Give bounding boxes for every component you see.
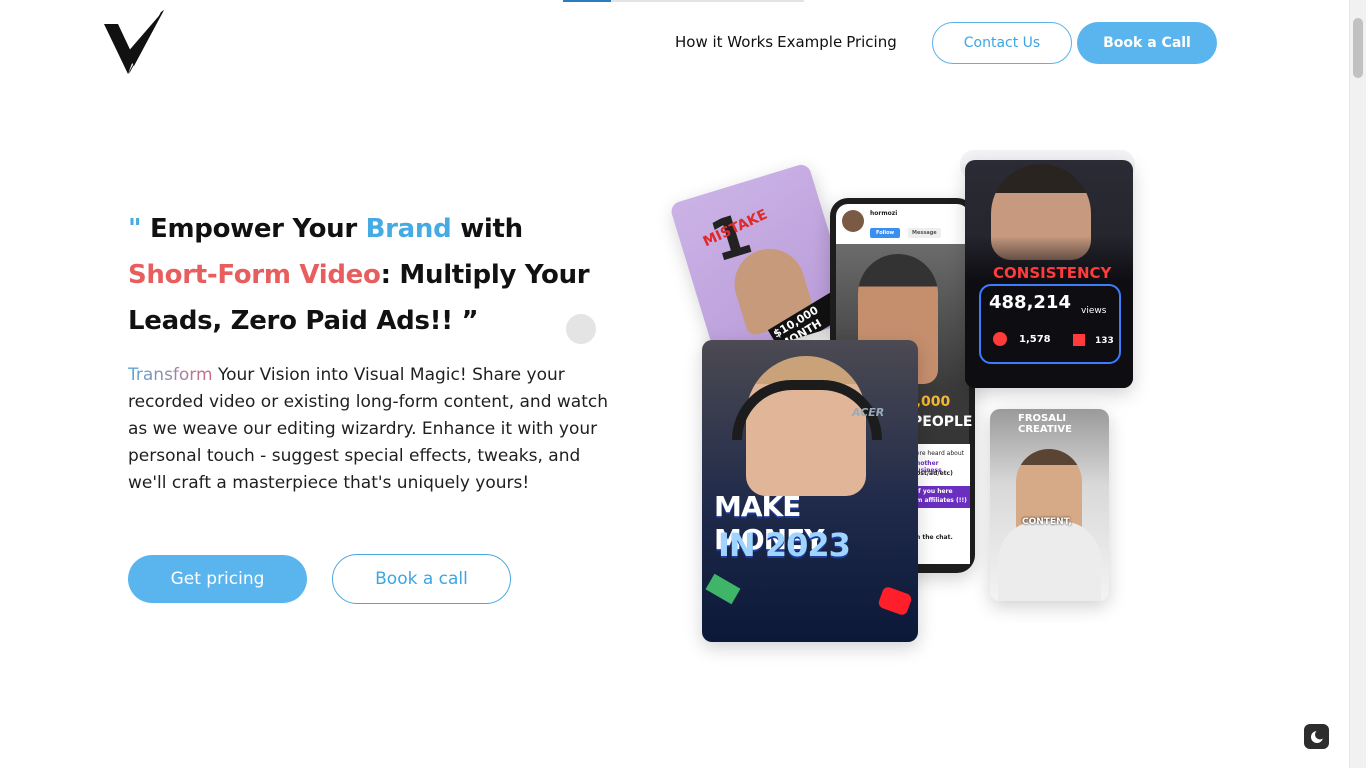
consistency-stats-box: 488,214 views 1,578 133: [979, 284, 1121, 364]
consistency-comments: 133: [1095, 336, 1114, 346]
cash-icon: [705, 573, 741, 605]
phone-line-6: in the chat.: [914, 534, 953, 541]
phone-profile-header: hormozi Follow Message: [836, 204, 969, 244]
page-scroll-progress-fill: [563, 0, 612, 2]
phone-line-1: here heard about: [912, 450, 964, 457]
collage-card-mistake: 1 MISTAKE $10,000 MONTH: [669, 162, 856, 363]
book-a-call-button[interactable]: Book a Call: [1077, 22, 1217, 64]
consistency-views: 488,214: [989, 292, 1071, 313]
theme-toggle-button[interactable]: [1304, 724, 1329, 749]
phone-highlight-band: of you here om affiliates (!!): [910, 486, 970, 508]
phone-text-panel: here heard about another business post/a…: [910, 444, 970, 564]
money-headline-line2: IN 2023: [718, 526, 851, 564]
hero-title-short-form: Short-Form Video: [128, 260, 381, 290]
like-icon: [993, 332, 1007, 346]
page-scroll-progress: [563, 0, 804, 2]
nav-link-how-it-works[interactable]: How it Works: [675, 33, 773, 51]
brand-logo[interactable]: [104, 10, 166, 74]
hero-description-highlight: Transform: [128, 365, 213, 385]
hero-title-part1: Empower Your: [150, 214, 366, 244]
contact-us-button[interactable]: Contact Us: [932, 22, 1072, 64]
moon-icon: [1310, 729, 1324, 743]
collage-card-make-money: ACER MAKE MONEY IN 2023: [702, 340, 918, 642]
hero-title-part2: with: [451, 214, 523, 244]
collage-card-consistency: CONSISTENCY 488,214 views 1,578 133: [965, 160, 1133, 388]
phone-line-3: post/ad/etc): [912, 470, 953, 477]
phone-line-4: of you here: [914, 488, 953, 495]
scrollbar-thumb[interactable]: [1353, 18, 1363, 78]
hero-title-brand: Brand: [365, 214, 452, 244]
nav-link-example[interactable]: Example: [777, 33, 842, 51]
get-pricing-button[interactable]: Get pricing: [128, 555, 307, 603]
frosali-caption: CONTENT,: [1022, 517, 1072, 527]
main-nav: How it Works Example Pricing: [675, 33, 897, 51]
phone-line-5: om affiliates (!!): [912, 497, 967, 504]
hero-description: Transform Your Vision into Visual Magic!…: [128, 362, 618, 497]
frosali-hoodie: [998, 521, 1101, 601]
collage-card-frosali: FROSALI CREATIVE CONTENT,: [990, 409, 1109, 601]
hero-title-open-quote: ": [128, 214, 150, 244]
hero-title: " Empower Your Brand with Short-Form Vid…: [128, 206, 618, 344]
consistency-likes: 1,578: [1019, 334, 1051, 345]
frosali-brand: FROSALI CREATIVE: [1018, 413, 1072, 435]
phone-handle: hormozi: [870, 210, 898, 217]
consistency-views-label: views: [1081, 306, 1107, 316]
youtube-icon: [877, 585, 913, 617]
decorative-dot: [566, 314, 596, 344]
phone-message: Message: [908, 228, 941, 238]
consistency-headline: CONSISTENCY: [993, 264, 1112, 282]
phone-follow: Follow: [870, 228, 901, 238]
phone-word: PEOPLE: [912, 414, 973, 430]
v-brand-logo-icon: [104, 10, 164, 74]
hero-book-a-call-button[interactable]: Book a call: [332, 554, 511, 604]
money-brand: ACER: [852, 406, 885, 419]
page-scrollbar[interactable]: [1349, 0, 1366, 768]
phone-avatar: [842, 210, 864, 232]
comment-icon: [1073, 334, 1085, 346]
nav-link-pricing[interactable]: Pricing: [846, 33, 897, 51]
